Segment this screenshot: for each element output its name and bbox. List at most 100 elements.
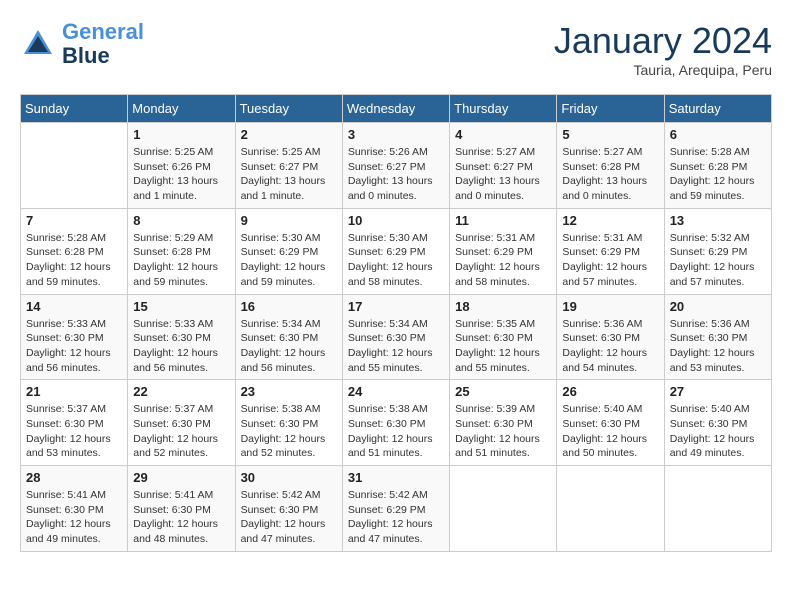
day-number: 15 [133, 299, 229, 314]
weekday-header-monday: Monday [128, 95, 235, 123]
calendar-cell: 15 Sunrise: 5:33 AM Sunset: 6:30 PM Dayli… [128, 294, 235, 380]
day-number: 11 [455, 213, 551, 228]
logo-icon [20, 26, 56, 62]
day-number: 17 [348, 299, 444, 314]
day-info: Sunrise: 5:40 AM Sunset: 6:30 PM Dayligh… [670, 402, 766, 461]
day-info: Sunrise: 5:39 AM Sunset: 6:30 PM Dayligh… [455, 402, 551, 461]
calendar-cell: 17 Sunrise: 5:34 AM Sunset: 6:30 PM Dayli… [342, 294, 449, 380]
calendar-cell: 7 Sunrise: 5:28 AM Sunset: 6:28 PM Daylig… [21, 208, 128, 294]
location: Tauria, Arequipa, Peru [554, 62, 772, 78]
calendar-cell [664, 466, 771, 552]
calendar-cell [450, 466, 557, 552]
weekday-header-sunday: Sunday [21, 95, 128, 123]
week-row-2: 7 Sunrise: 5:28 AM Sunset: 6:28 PM Daylig… [21, 208, 772, 294]
day-info: Sunrise: 5:38 AM Sunset: 6:30 PM Dayligh… [241, 402, 337, 461]
calendar-cell: 29Sunrise: 5:41 AM Sunset: 6:30 PM Dayli… [128, 466, 235, 552]
weekday-header-row: SundayMondayTuesdayWednesdayThursdayFrid… [21, 95, 772, 123]
day-number: 28 [26, 470, 122, 485]
day-number: 30 [241, 470, 337, 485]
day-info: Sunrise: 5:30 AM Sunset: 6:29 PM Dayligh… [241, 231, 337, 290]
day-number: 2 [241, 127, 337, 142]
calendar-cell: 23 Sunrise: 5:38 AM Sunset: 6:30 PM Dayli… [235, 380, 342, 466]
day-number: 5 [562, 127, 658, 142]
day-info: Sunrise: 5:25 AM Sunset: 6:26 PM Dayligh… [133, 145, 229, 204]
calendar-cell: 11 Sunrise: 5:31 AM Sunset: 6:29 PM Dayli… [450, 208, 557, 294]
calendar-cell: 9 Sunrise: 5:30 AM Sunset: 6:29 PM Daylig… [235, 208, 342, 294]
day-info: Sunrise: 5:26 AM Sunset: 6:27 PM Dayligh… [348, 145, 444, 204]
day-info: Sunrise: 5:38 AM Sunset: 6:30 PM Dayligh… [348, 402, 444, 461]
day-number: 9 [241, 213, 337, 228]
day-number: 14 [26, 299, 122, 314]
day-number: 7 [26, 213, 122, 228]
day-number: 13 [670, 213, 766, 228]
calendar-table: SundayMondayTuesdayWednesdayThursdayFrid… [20, 94, 772, 552]
day-number: 25 [455, 384, 551, 399]
calendar-cell [21, 123, 128, 209]
day-info: Sunrise: 5:36 AM Sunset: 6:30 PM Dayligh… [562, 317, 658, 376]
calendar-cell: 10 Sunrise: 5:30 AM Sunset: 6:29 PM Dayli… [342, 208, 449, 294]
day-number: 18 [455, 299, 551, 314]
calendar-cell: 30 Sunrise: 5:42 AM Sunset: 6:30 PM Dayli… [235, 466, 342, 552]
week-row-3: 14 Sunrise: 5:33 AM Sunset: 6:30 PM Dayli… [21, 294, 772, 380]
day-info: Sunrise: 5:25 AM Sunset: 6:27 PM Dayligh… [241, 145, 337, 204]
weekday-header-tuesday: Tuesday [235, 95, 342, 123]
day-number: 16 [241, 299, 337, 314]
logo-text: General Blue [62, 20, 144, 68]
day-info: Sunrise: 5:33 AM Sunset: 6:30 PM Dayligh… [26, 317, 122, 376]
day-info: Sunrise: 5:42 AM Sunset: 6:30 PM Dayligh… [241, 488, 337, 547]
day-number: 23 [241, 384, 337, 399]
calendar-cell: 1 Sunrise: 5:25 AM Sunset: 6:26 PM Daylig… [128, 123, 235, 209]
day-number: 22 [133, 384, 229, 399]
day-info: Sunrise: 5:31 AM Sunset: 6:29 PM Dayligh… [455, 231, 551, 290]
calendar-cell: 31Sunrise: 5:42 AM Sunset: 6:29 PM Dayli… [342, 466, 449, 552]
week-row-5: 28 Sunrise: 5:41 AM Sunset: 6:30 PM Dayli… [21, 466, 772, 552]
calendar-cell: 5Sunrise: 5:27 AM Sunset: 6:28 PM Daylig… [557, 123, 664, 209]
day-number: 24 [348, 384, 444, 399]
day-info: Sunrise: 5:29 AM Sunset: 6:28 PM Dayligh… [133, 231, 229, 290]
calendar-cell: 18 Sunrise: 5:35 AM Sunset: 6:30 PM Dayli… [450, 294, 557, 380]
calendar-cell: 21Sunrise: 5:37 AM Sunset: 6:30 PM Dayli… [21, 380, 128, 466]
calendar-cell: 8 Sunrise: 5:29 AM Sunset: 6:28 PM Daylig… [128, 208, 235, 294]
day-info: Sunrise: 5:28 AM Sunset: 6:28 PM Dayligh… [26, 231, 122, 290]
week-row-4: 21Sunrise: 5:37 AM Sunset: 6:30 PM Dayli… [21, 380, 772, 466]
week-row-1: 1 Sunrise: 5:25 AM Sunset: 6:26 PM Daylig… [21, 123, 772, 209]
calendar-cell: 6Sunrise: 5:28 AM Sunset: 6:28 PM Daylig… [664, 123, 771, 209]
calendar-cell: 14 Sunrise: 5:33 AM Sunset: 6:30 PM Dayli… [21, 294, 128, 380]
calendar-cell: 19 Sunrise: 5:36 AM Sunset: 6:30 PM Dayli… [557, 294, 664, 380]
calendar-cell: 26Sunrise: 5:40 AM Sunset: 6:30 PM Dayli… [557, 380, 664, 466]
page-header: General Blue January 2024 Tauria, Arequi… [20, 20, 772, 78]
weekday-header-wednesday: Wednesday [342, 95, 449, 123]
day-number: 1 [133, 127, 229, 142]
calendar-cell: 4Sunrise: 5:27 AM Sunset: 6:27 PM Daylig… [450, 123, 557, 209]
calendar-cell: 2 Sunrise: 5:25 AM Sunset: 6:27 PM Daylig… [235, 123, 342, 209]
day-info: Sunrise: 5:41 AM Sunset: 6:30 PM Dayligh… [133, 488, 229, 547]
calendar-cell: 20 Sunrise: 5:36 AM Sunset: 6:30 PM Dayli… [664, 294, 771, 380]
day-number: 12 [562, 213, 658, 228]
calendar-cell: 16 Sunrise: 5:34 AM Sunset: 6:30 PM Dayli… [235, 294, 342, 380]
day-info: Sunrise: 5:33 AM Sunset: 6:30 PM Dayligh… [133, 317, 229, 376]
day-info: Sunrise: 5:36 AM Sunset: 6:30 PM Dayligh… [670, 317, 766, 376]
day-info: Sunrise: 5:31 AM Sunset: 6:29 PM Dayligh… [562, 231, 658, 290]
calendar-cell: 28 Sunrise: 5:41 AM Sunset: 6:30 PM Dayli… [21, 466, 128, 552]
day-info: Sunrise: 5:27 AM Sunset: 6:27 PM Dayligh… [455, 145, 551, 204]
weekday-header-saturday: Saturday [664, 95, 771, 123]
day-number: 3 [348, 127, 444, 142]
day-number: 8 [133, 213, 229, 228]
day-info: Sunrise: 5:30 AM Sunset: 6:29 PM Dayligh… [348, 231, 444, 290]
day-number: 31 [348, 470, 444, 485]
day-number: 27 [670, 384, 766, 399]
day-info: Sunrise: 5:34 AM Sunset: 6:30 PM Dayligh… [241, 317, 337, 376]
day-number: 21 [26, 384, 122, 399]
title-block: January 2024 Tauria, Arequipa, Peru [554, 20, 772, 78]
calendar-cell [557, 466, 664, 552]
day-number: 6 [670, 127, 766, 142]
day-number: 19 [562, 299, 658, 314]
calendar-cell: 24 Sunrise: 5:38 AM Sunset: 6:30 PM Dayli… [342, 380, 449, 466]
calendar-cell: 3 Sunrise: 5:26 AM Sunset: 6:27 PM Daylig… [342, 123, 449, 209]
day-number: 10 [348, 213, 444, 228]
day-number: 20 [670, 299, 766, 314]
day-info: Sunrise: 5:40 AM Sunset: 6:30 PM Dayligh… [562, 402, 658, 461]
day-info: Sunrise: 5:34 AM Sunset: 6:30 PM Dayligh… [348, 317, 444, 376]
day-info: Sunrise: 5:41 AM Sunset: 6:30 PM Dayligh… [26, 488, 122, 547]
day-info: Sunrise: 5:35 AM Sunset: 6:30 PM Dayligh… [455, 317, 551, 376]
